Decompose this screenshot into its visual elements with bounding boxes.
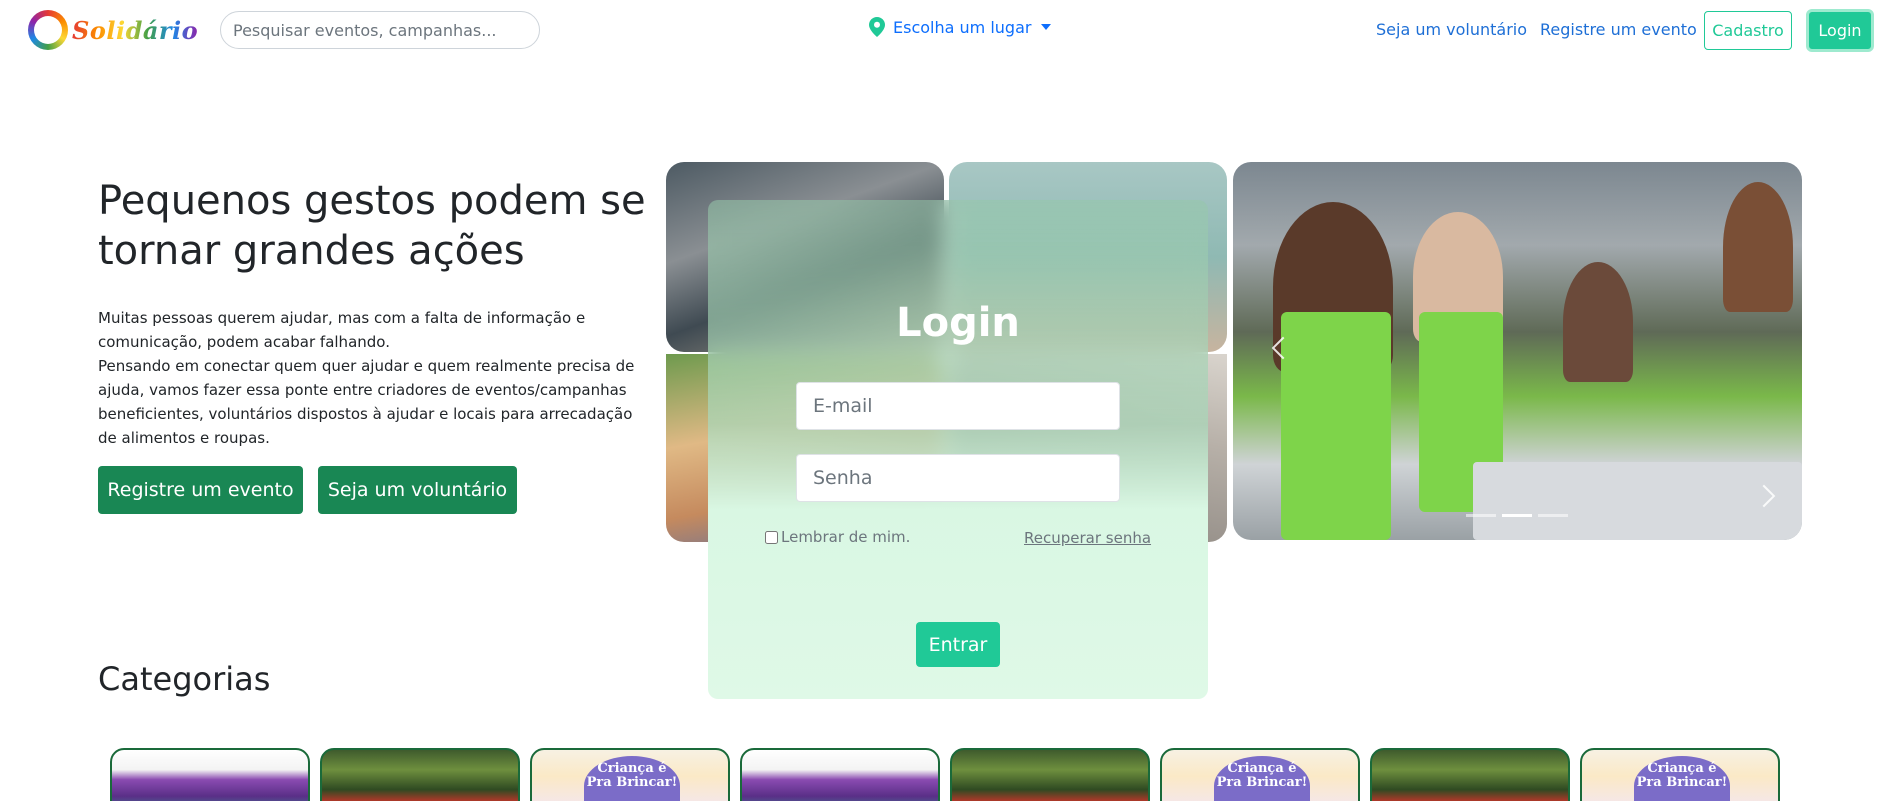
caret-down-icon [1041, 24, 1052, 30]
carousel-indicators [1466, 514, 1568, 517]
carousel-apron [1281, 312, 1391, 540]
submit-login-button[interactable]: Entrar [916, 622, 1000, 667]
kids-badge-text: Criança é Pra Brincar! [1636, 761, 1728, 790]
category-card-kids[interactable]: Criança é Pra Brincar! [1580, 748, 1780, 801]
login-modal: Login Lembrar de mim. Recuperar senha En… [708, 200, 1208, 699]
login-button[interactable]: Login [1806, 9, 1874, 52]
category-card-kids[interactable]: Criança é Pra Brincar! [1160, 748, 1360, 801]
category-card-environment[interactable] [1370, 748, 1570, 801]
carousel-person [1723, 182, 1793, 312]
kids-badge: Criança é Pra Brincar! [584, 756, 680, 801]
category-card-kids[interactable]: Criança é Pra Brincar! [530, 748, 730, 801]
location-label: Escolha um lugar [893, 17, 1032, 37]
kids-badge: Criança é Pra Brincar! [1214, 756, 1310, 801]
category-card-environment[interactable] [320, 748, 520, 801]
carousel-indicator-active[interactable] [1502, 514, 1532, 517]
carousel-indicator[interactable] [1538, 514, 1568, 517]
nav-link-register-event[interactable]: Registre um evento [1540, 20, 1697, 39]
remember-me[interactable]: Lembrar de mim. [765, 528, 910, 546]
volunteer-button[interactable]: Seja um voluntário [318, 466, 517, 514]
carousel-serving-table [1473, 462, 1802, 540]
password-field[interactable] [796, 454, 1120, 502]
email-field[interactable] [796, 382, 1120, 430]
carousel-person [1563, 262, 1633, 382]
hero-paragraph-2: Pensando em conectar quem quer ajudar e … [98, 357, 635, 447]
remember-me-checkbox[interactable] [765, 530, 778, 544]
map-pin-icon [869, 17, 885, 37]
category-card-clothes[interactable] [740, 748, 940, 801]
category-card-environment[interactable] [950, 748, 1150, 801]
kids-badge-text: Criança é Pra Brincar! [1216, 761, 1308, 790]
logo-ring-icon [28, 10, 68, 50]
hero-carousel[interactable] [1233, 162, 1802, 540]
brand-logo[interactable]: Solidário [28, 10, 198, 50]
hero-paragraph-1: Muitas pessoas querem ajudar, mas com a … [98, 309, 586, 351]
remember-me-label: Lembrar de mim. [781, 528, 911, 546]
hero-title: Pequenos gestos podem se tornar grandes … [98, 178, 646, 274]
kids-badge-text: Criança é Pra Brincar! [586, 761, 678, 790]
carousel-indicator[interactable] [1466, 514, 1496, 517]
location-dropdown[interactable]: Escolha um lugar [869, 17, 1052, 37]
login-title: Login [896, 300, 1020, 346]
category-card-clothes[interactable] [110, 748, 310, 801]
logo-text: Solidário [72, 15, 199, 45]
hero-description: Muitas pessoas querem ajudar, mas com a … [98, 306, 638, 450]
signup-button[interactable]: Cadastro [1704, 11, 1792, 50]
navbar: Solidário Escolha um lugar Seja um volun… [0, 0, 1896, 62]
categories-title: Categorias [98, 660, 271, 698]
nav-link-volunteer[interactable]: Seja um voluntário [1376, 20, 1527, 39]
register-event-button[interactable]: Registre um evento [98, 466, 303, 514]
search-input[interactable] [220, 11, 540, 49]
kids-badge: Criança é Pra Brincar! [1634, 756, 1730, 801]
recover-password-link[interactable]: Recuperar senha [1024, 529, 1151, 547]
